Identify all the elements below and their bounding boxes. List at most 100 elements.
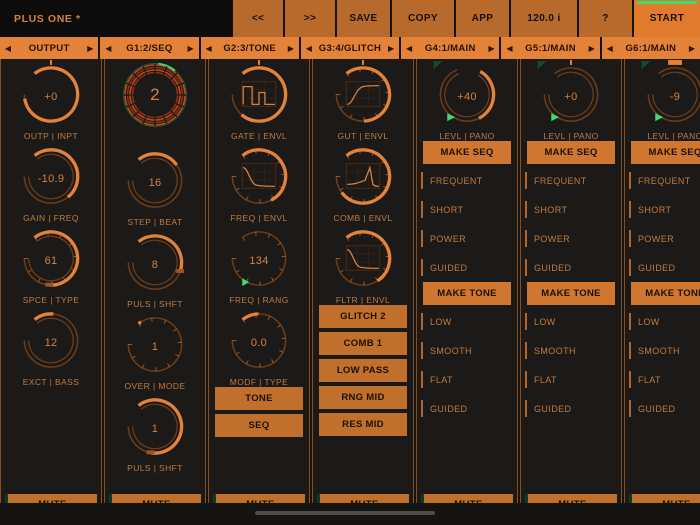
list-item[interactable]: FREQUENT — [421, 166, 513, 195]
make-seq-button[interactable]: MAKE SEQ — [527, 141, 615, 164]
knob-spce-type[interactable]: 61SPCE | TYPE — [1, 223, 101, 305]
list-item[interactable]: FLAT — [421, 365, 513, 394]
list-item[interactable]: LOW — [629, 307, 700, 336]
tempo-button[interactable]: 120.0 i — [510, 0, 578, 37]
list-item[interactable]: SMOOTH — [525, 336, 617, 365]
horizontal-scrollbar[interactable] — [0, 503, 700, 525]
list-item-tick — [421, 342, 423, 359]
list-item[interactable]: GUIDED — [629, 253, 700, 282]
prev-button[interactable]: << — [232, 0, 284, 37]
next-preset-icon[interactable]: ▶ — [283, 44, 299, 53]
next-preset-icon[interactable]: ▶ — [383, 44, 399, 53]
next-preset-icon[interactable]: ▶ — [183, 44, 199, 53]
knob-puls-shft[interactable]: 8PULS | SHFT — [105, 227, 205, 309]
list-item[interactable]: GUIDED — [421, 394, 513, 423]
list-item[interactable]: FLAT — [629, 365, 700, 394]
make-seq-button[interactable]: MAKE SEQ — [631, 141, 700, 164]
next-preset-icon[interactable]: ▶ — [82, 44, 98, 53]
column-header-strip: ◀OUTPUT▶◀G1:2/SEQ▶◀G2:3/TONE▶◀G3:4/GLITC… — [0, 37, 700, 59]
knob-fltr-envl[interactable]: FLTR | ENVL — [313, 223, 413, 305]
app-button[interactable]: APP — [455, 0, 510, 37]
knob-levl-pano[interactable]: +40LEVL | PANO — [417, 59, 517, 141]
knob-levl-pano[interactable]: +0LEVL | PANO — [521, 59, 621, 141]
column-header-g3-4-glitch[interactable]: ◀G3:4/GLITCH▶ — [301, 37, 399, 59]
knob-over-mode[interactable]: 1OVER | MODE — [105, 309, 205, 391]
knob-outp-inpt[interactable]: +0OUTP | INPT — [1, 59, 101, 141]
knob-comb-envl[interactable]: COMB | ENVL — [313, 141, 413, 223]
tone-button[interactable]: TONE — [215, 387, 303, 410]
knob-label: LEVL | PANO — [543, 131, 598, 141]
prev-preset-icon[interactable]: ◀ — [602, 44, 618, 53]
knob-modf-type[interactable]: 0.0MODF | TYPE — [209, 305, 309, 387]
next-preset-icon[interactable]: ▶ — [483, 44, 499, 53]
list-item[interactable]: SHORT — [629, 195, 700, 224]
knob-label: LEVL | PANO — [439, 131, 494, 141]
next-preset-icon[interactable]: ▶ — [684, 44, 700, 53]
save-button[interactable]: SAVE — [336, 0, 391, 37]
make-tone-button[interactable]: MAKE TONE — [527, 282, 615, 305]
knob-label: MODF | TYPE — [230, 377, 288, 387]
column-header-g1-2-seq[interactable]: ◀G1:2/SEQ▶ — [100, 37, 198, 59]
column-header-g2-3-tone[interactable]: ◀G2:3/TONE▶ — [201, 37, 299, 59]
column-header-g4-1-main[interactable]: ◀G4:1/MAIN▶ — [401, 37, 499, 59]
knob-freq-rang[interactable]: 134FREQ | RANG — [209, 223, 309, 305]
column-header-output[interactable]: ◀OUTPUT▶ — [0, 37, 98, 59]
help-button[interactable]: ? — [578, 0, 633, 37]
list-item[interactable]: FLAT — [525, 365, 617, 394]
list-item[interactable]: POWER — [525, 224, 617, 253]
glitch-2-button[interactable]: GLITCH 2 — [319, 305, 407, 328]
list-item[interactable]: SMOOTH — [629, 336, 700, 365]
prev-preset-icon[interactable]: ◀ — [401, 44, 417, 53]
knob-freq-envl[interactable]: FREQ | ENVL — [209, 141, 309, 223]
scrollbar-thumb[interactable] — [255, 511, 435, 515]
app-button-label: APP — [472, 13, 494, 24]
list-item-label: LOW — [638, 317, 660, 327]
list-item[interactable]: POWER — [421, 224, 513, 253]
list-item[interactable]: GUIDED — [421, 253, 513, 282]
rng-mid-button[interactable]: RNG MID — [319, 386, 407, 409]
list-item[interactable]: GUIDED — [629, 394, 700, 423]
next-preset-icon[interactable]: ▶ — [584, 44, 600, 53]
column-header-g6-1-main[interactable]: ◀G6:1/MAIN▶ — [602, 37, 700, 59]
column-body: -9LEVL | PANOMAKE SEQFREQUENTSHORTPOWERG… — [625, 59, 700, 494]
knob-gain-freq[interactable]: -10.9GAIN | FREQ — [1, 141, 101, 223]
list-item[interactable]: POWER — [629, 224, 700, 253]
knob-sequencer[interactable]: 2 — [105, 59, 205, 145]
prev-preset-icon[interactable]: ◀ — [301, 44, 317, 53]
list-item[interactable]: SMOOTH — [421, 336, 513, 365]
prev-preset-icon[interactable]: ◀ — [100, 44, 116, 53]
make-tone-button[interactable]: MAKE TONE — [423, 282, 511, 305]
column-header-g5-1-main[interactable]: ◀G5:1/MAIN▶ — [501, 37, 599, 59]
seq-button[interactable]: SEQ — [215, 414, 303, 437]
knob-step-beat[interactable]: 16STEP | BEAT — [105, 145, 205, 227]
list-item[interactable]: SHORT — [421, 195, 513, 224]
knob-puls-shft[interactable]: 1PULS | SHFT — [105, 391, 205, 473]
knob-label: SPCE | TYPE — [23, 295, 80, 305]
comb-1-button[interactable]: COMB 1 — [319, 332, 407, 355]
make-seq-button[interactable]: MAKE SEQ — [423, 141, 511, 164]
prev-preset-icon[interactable]: ◀ — [201, 44, 217, 53]
knob-gate-envl[interactable]: GATE | ENVL — [209, 59, 309, 141]
knob-gut-envl[interactable]: GUT | ENVL — [313, 59, 413, 141]
start-button[interactable]: START — [633, 0, 700, 37]
list-item[interactable]: FREQUENT — [525, 166, 617, 195]
list-item[interactable]: LOW — [421, 307, 513, 336]
next-button[interactable]: >> — [284, 0, 336, 37]
knob-levl-pano[interactable]: -9LEVL | PANO — [625, 59, 700, 141]
knob-exct-bass[interactable]: 12EXCT | BASS — [1, 305, 101, 387]
list-item[interactable]: GUIDED — [525, 253, 617, 282]
prev-preset-icon[interactable]: ◀ — [0, 44, 16, 53]
prev-preset-icon[interactable]: ◀ — [501, 44, 517, 53]
make-tone-button[interactable]: MAKE TONE — [631, 282, 700, 305]
list-item[interactable]: GUIDED — [525, 394, 617, 423]
low-pass-button[interactable]: LOW PASS — [319, 359, 407, 382]
column-body: +0LEVL | PANOMAKE SEQFREQUENTSHORTPOWERG… — [521, 59, 621, 494]
copy-button[interactable]: COPY — [391, 0, 455, 37]
list-item[interactable]: FREQUENT — [629, 166, 700, 195]
list-item[interactable]: SHORT — [525, 195, 617, 224]
list-item-label: SMOOTH — [534, 346, 576, 356]
res-mid-button[interactable]: RES MID — [319, 413, 407, 436]
help-button-label: ? — [602, 13, 609, 24]
project-title-slot[interactable]: PLUS ONE * — [0, 0, 232, 37]
list-item[interactable]: LOW — [525, 307, 617, 336]
